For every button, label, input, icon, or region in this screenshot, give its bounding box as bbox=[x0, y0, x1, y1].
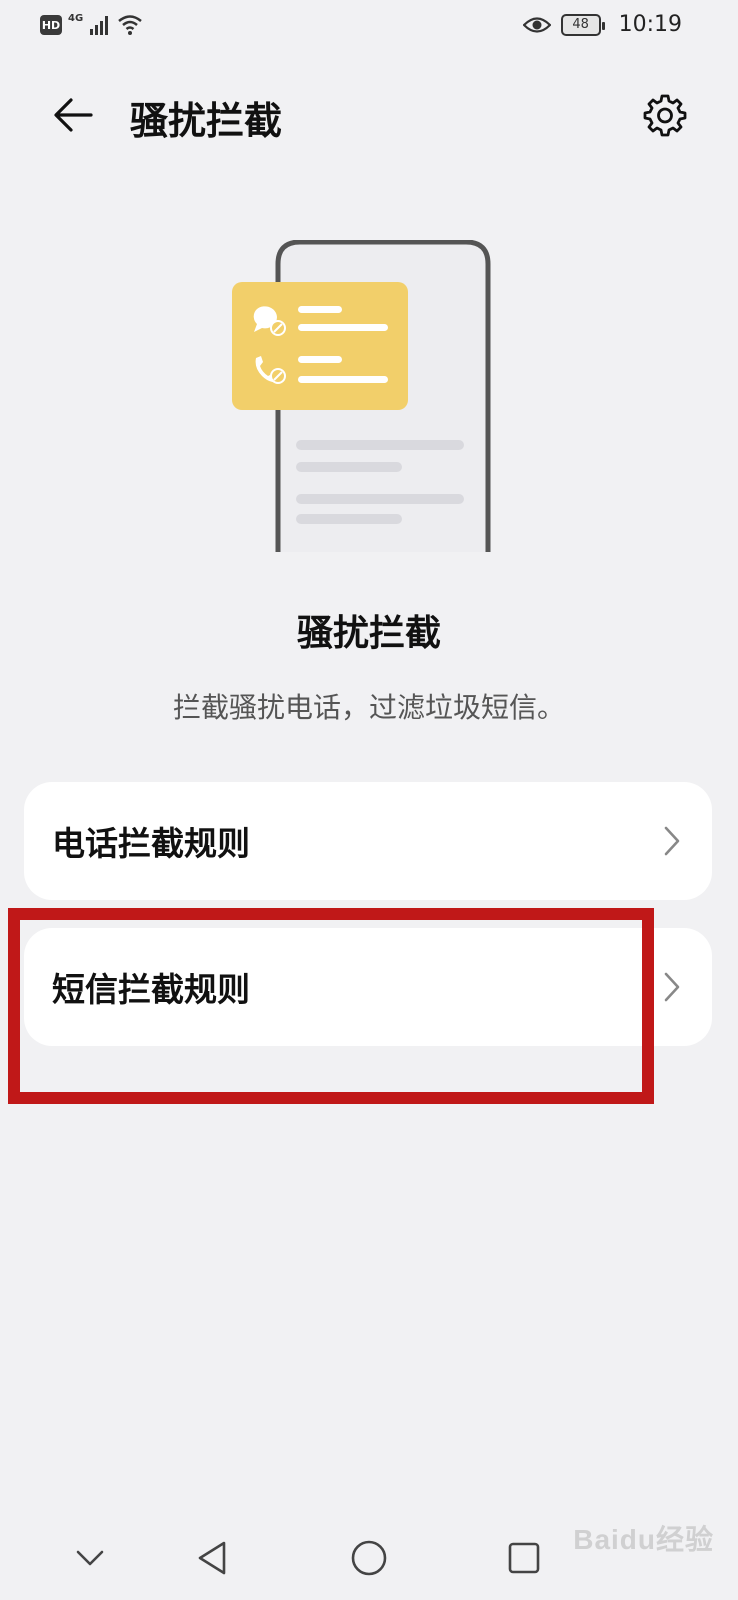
clock: 10:19 bbox=[618, 12, 682, 37]
network-type-label: 4G bbox=[68, 12, 84, 24]
status-right: 48 10:19 bbox=[522, 12, 682, 37]
nav-back-button[interactable] bbox=[184, 1530, 240, 1586]
triangle-back-icon bbox=[198, 1541, 226, 1575]
status-bar: HD 4G 48 10:19 bbox=[0, 0, 738, 56]
sms-block-rules-item[interactable]: 短信拦截规则 bbox=[24, 928, 712, 1046]
call-block-rules-label: 电话拦截规则 bbox=[52, 824, 250, 863]
back-button[interactable] bbox=[46, 88, 100, 142]
call-block-rules-item[interactable]: 电话拦截规则 bbox=[24, 782, 712, 900]
nav-home-button[interactable] bbox=[341, 1530, 397, 1586]
chevron-down-icon bbox=[76, 1550, 104, 1566]
hero-subtitle: 拦截骚扰电话，过滤垃圾短信。 bbox=[172, 691, 565, 724]
chevron-right-icon bbox=[660, 967, 684, 1007]
page-title: 骚扰拦截 bbox=[130, 99, 283, 143]
signal-icon bbox=[90, 16, 109, 35]
app-bar: 骚扰拦截 bbox=[0, 70, 738, 160]
wifi-icon bbox=[118, 15, 142, 35]
hero-title: 骚扰拦截 bbox=[296, 613, 441, 654]
sms-block-rules-label: 短信拦截规则 bbox=[52, 970, 250, 1009]
hd-badge: HD bbox=[40, 15, 62, 35]
harassment-block-illustration bbox=[232, 240, 491, 552]
square-recents-icon bbox=[508, 1542, 540, 1574]
settings-button[interactable] bbox=[638, 88, 692, 142]
chevron-right-icon bbox=[660, 821, 684, 861]
gear-icon bbox=[643, 94, 687, 137]
status-left: HD 4G bbox=[40, 12, 143, 36]
back-arrow-icon bbox=[54, 98, 93, 132]
watermark-logo: Baidu经验 bbox=[573, 1524, 714, 1555]
eye-comfort-icon bbox=[522, 16, 551, 33]
circle-home-icon bbox=[351, 1540, 387, 1576]
collapse-button[interactable] bbox=[62, 1530, 118, 1586]
battery-indicator: 48 bbox=[560, 13, 605, 36]
nav-recents-button[interactable] bbox=[496, 1530, 552, 1586]
